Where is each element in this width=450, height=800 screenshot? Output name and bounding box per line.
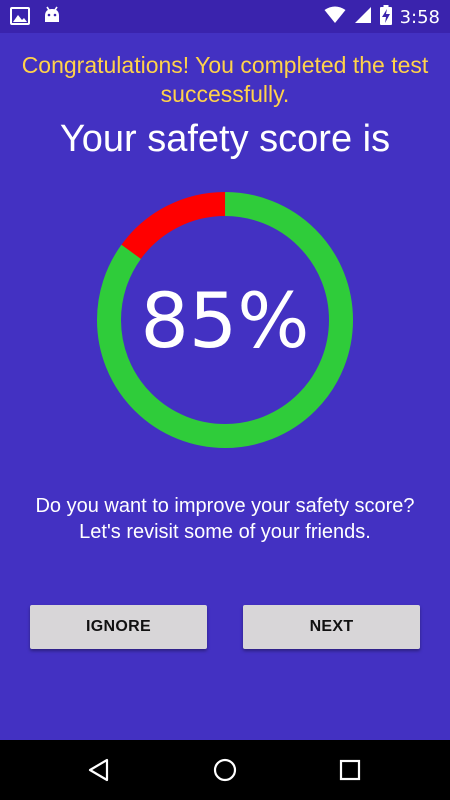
wifi-icon [324,6,346,29]
home-button[interactable] [210,755,240,785]
home-icon [213,758,237,782]
next-button[interactable]: NEXT [243,605,420,649]
status-clock: 3:58 [399,6,440,28]
recents-button[interactable] [335,755,365,785]
back-button[interactable] [84,755,114,785]
signal-icon [354,6,372,29]
prompt-line-1: Do you want to improve your safety score… [35,495,415,517]
prompt-line-2: Let's revisit some of your friends. [79,521,371,543]
status-left-icons [10,6,62,31]
ignore-button[interactable]: IGNORE [30,605,207,649]
back-icon [88,758,109,782]
recents-icon [339,759,361,781]
status-bar: 3:58 [0,0,450,33]
congrats-message: Congratulations! You completed the test … [21,52,429,107]
score-screen: Congratulations! You completed the test … [0,33,450,740]
image-icon [10,7,30,30]
score-heading: Your safety score is [59,118,391,160]
score-value: 85% [140,275,310,365]
navigation-bar [0,740,450,800]
score-gauge: 85% [95,190,355,450]
battery-charging-icon [379,4,392,30]
status-right-icons: 3:58 [324,4,440,30]
improve-prompt: Do you want to improve your safety score… [0,493,450,545]
android-icon [42,6,62,31]
